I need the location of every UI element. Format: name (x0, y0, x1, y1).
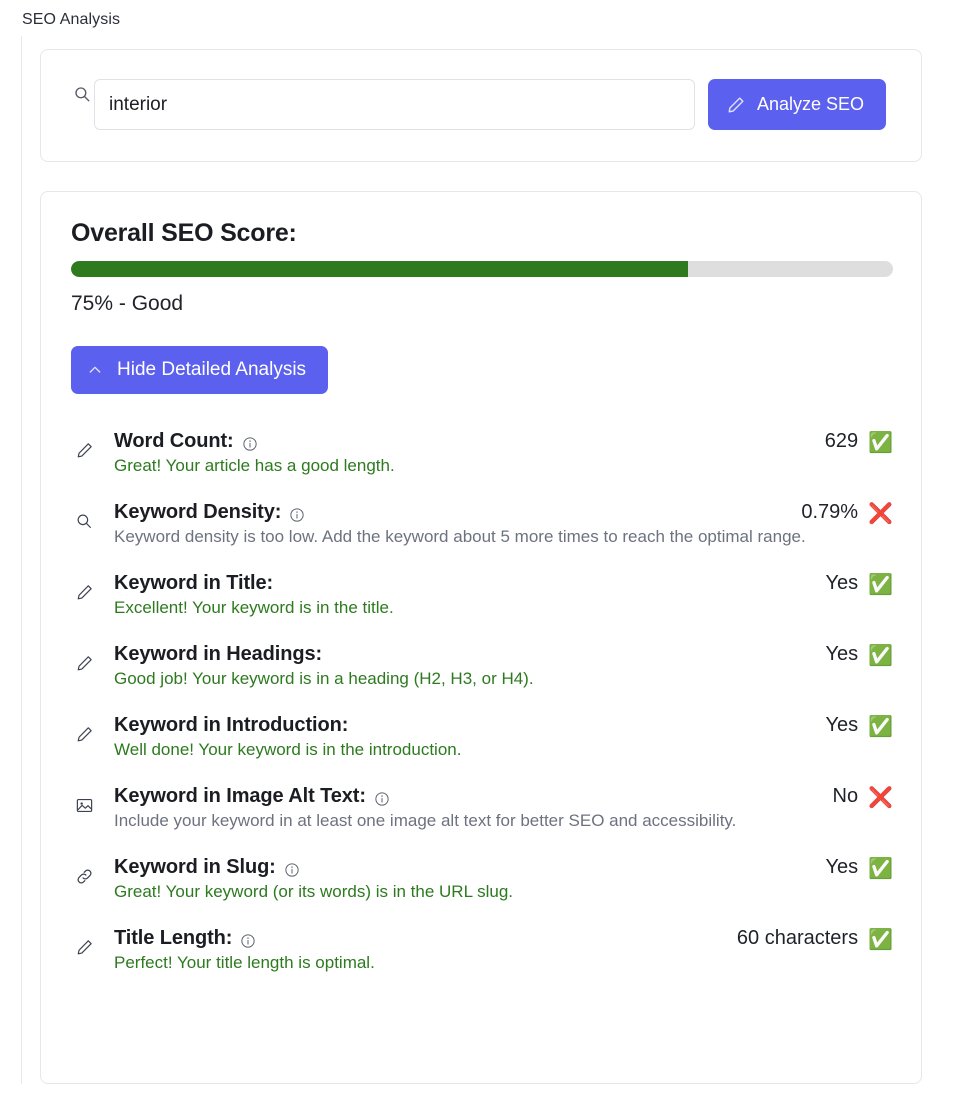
metric-description: Great! Your article has a good length. (114, 456, 395, 475)
metric-name-wrap: Title Length: (114, 927, 256, 950)
info-icon[interactable] (240, 933, 256, 949)
pencil-icon (73, 936, 95, 958)
image-icon (73, 794, 95, 816)
metric-value: Yes (825, 572, 859, 594)
status-fail-icon: ❌ (868, 502, 893, 525)
analyze-seo-button[interactable]: Analyze SEO (708, 79, 887, 130)
status-fail-icon: ❌ (868, 786, 893, 809)
metric-name-wrap: Keyword in Slug: (114, 856, 300, 879)
metric-row: Title Length: 60 characters ✅ Perfect! Your… (71, 927, 893, 975)
metric-description: Good job! Your keyword is in a heading (… (114, 669, 534, 688)
metric-name: Word Count: (114, 430, 234, 452)
metric-value: Yes (825, 714, 859, 736)
chevron-up-icon (87, 362, 103, 378)
metric-name-wrap: Keyword in Image Alt Text: (114, 785, 390, 808)
seo-analysis-page: SEO Analysis Analyze SEO Overall SEO Sco… (0, 0, 970, 1112)
metric-header: Title Length: 60 characters ✅ (114, 927, 893, 950)
metric-name: Keyword in Introduction: (114, 714, 349, 736)
metric-header: Keyword in Introduction: Yes ✅ (114, 714, 893, 737)
metric-value: 0.79% (801, 501, 859, 523)
metric-header: Keyword Density: 0.79% ❌ (114, 501, 893, 524)
metric-row: Keyword in Image Alt Text: No ❌ Include you… (71, 785, 893, 833)
status-pass-icon: ✅ (868, 644, 893, 667)
analyze-seo-label: Analyze SEO (757, 94, 865, 114)
metric-name: Keyword in Headings: (114, 643, 323, 665)
metric-name-wrap: Word Count: (114, 430, 258, 453)
metric-header: Keyword in Image Alt Text: No ❌ (114, 785, 893, 808)
score-value-label: 75% - Good (71, 292, 184, 315)
overall-score-heading: Overall SEO Score: (71, 219, 297, 247)
metric-name-wrap: Keyword in Introduction: (114, 714, 348, 737)
metric-description: Great! Your keyword (or its words) is in… (114, 882, 514, 901)
metric-name: Keyword Density: (114, 501, 282, 523)
metric-result: 629 ✅ (825, 430, 893, 453)
search-icon (71, 83, 93, 105)
metric-value: Yes (825, 643, 859, 665)
metric-row: Keyword in Slug: Yes ✅ Great! Your keyword … (71, 856, 893, 904)
metric-row: Keyword in Title: Yes ✅ Excellent! Your key… (71, 572, 893, 620)
metric-description: Keyword density is too low. Add the keyw… (114, 527, 806, 546)
metric-description: Well done! Your keyword is in the introd… (114, 740, 462, 759)
status-pass-icon: ✅ (868, 715, 893, 738)
metric-name: Keyword in Title: (114, 572, 274, 594)
score-progress-fill (71, 261, 688, 277)
metric-name: Keyword in Image Alt Text: (114, 785, 366, 807)
left-gutter-divider (21, 36, 22, 1084)
pencil-icon (73, 439, 95, 461)
pencil-icon (726, 95, 746, 115)
page-title: SEO Analysis (22, 11, 121, 28)
score-progress-bar (71, 261, 893, 277)
metric-description: Include your keyword in at least one ima… (114, 811, 737, 830)
metric-header: Keyword in Title: Yes ✅ (114, 572, 893, 595)
metrics-list: Word Count: 629 ✅ Great! Your article has a… (71, 430, 893, 975)
metric-result: 60 characters ✅ (737, 927, 893, 950)
metric-name-wrap: Keyword in Headings: (114, 643, 322, 666)
metric-row: Keyword Density: 0.79% ❌ Keyword density is… (71, 501, 893, 549)
metric-row: Keyword in Headings: Yes ✅ Good job! Your k… (71, 643, 893, 691)
metric-result: No ❌ (833, 785, 893, 808)
info-icon[interactable] (242, 436, 258, 452)
keyword-search-card: Analyze SEO (40, 49, 922, 162)
metric-result: Yes ✅ (825, 572, 893, 595)
info-icon[interactable] (374, 791, 390, 807)
pencil-icon (73, 723, 95, 745)
metric-row: Keyword in Introduction: Yes ✅ Well done! Y… (71, 714, 893, 762)
status-pass-icon: ✅ (868, 857, 893, 880)
metric-value: 60 characters (736, 927, 859, 949)
info-icon[interactable] (284, 862, 300, 878)
seo-results-card: Overall SEO Score: 75% - Good Hide Detai… (40, 191, 922, 1084)
metric-row: Word Count: 629 ✅ Great! Your article has a… (71, 430, 893, 478)
toggle-detailed-analysis-button[interactable]: Hide Detailed Analysis (71, 346, 329, 394)
metric-value: No (832, 785, 859, 807)
metric-result: Yes ✅ (825, 714, 893, 737)
pencil-icon (73, 581, 95, 603)
link-icon (73, 865, 95, 887)
metric-result: 0.79% ❌ (801, 501, 893, 524)
metric-result: Yes ✅ (825, 856, 893, 879)
keyword-input[interactable] (94, 79, 695, 130)
info-icon[interactable] (289, 507, 305, 523)
pencil-icon (73, 652, 95, 674)
metric-name: Keyword in Slug: (114, 856, 276, 878)
status-pass-icon: ✅ (868, 928, 893, 951)
status-pass-icon: ✅ (868, 431, 893, 454)
status-pass-icon: ✅ (868, 573, 893, 596)
metric-header: Word Count: 629 ✅ (114, 430, 893, 453)
search-icon (73, 510, 95, 532)
metric-result: Yes ✅ (825, 643, 893, 666)
metric-name-wrap: Keyword Density: (114, 501, 305, 524)
metric-name: Title Length: (114, 927, 233, 949)
metric-description: Perfect! Your title length is optimal. (114, 953, 375, 972)
search-row: Analyze SEO (94, 79, 887, 130)
toggle-detailed-analysis-label: Hide Detailed Analysis (117, 359, 307, 380)
metric-value: Yes (825, 856, 859, 878)
metric-value: 629 (824, 430, 859, 452)
metric-header: Keyword in Headings: Yes ✅ (114, 643, 893, 666)
metric-header: Keyword in Slug: Yes ✅ (114, 856, 893, 879)
metric-description: Excellent! Your keyword is in the title. (114, 598, 394, 617)
metric-name-wrap: Keyword in Title: (114, 572, 273, 595)
